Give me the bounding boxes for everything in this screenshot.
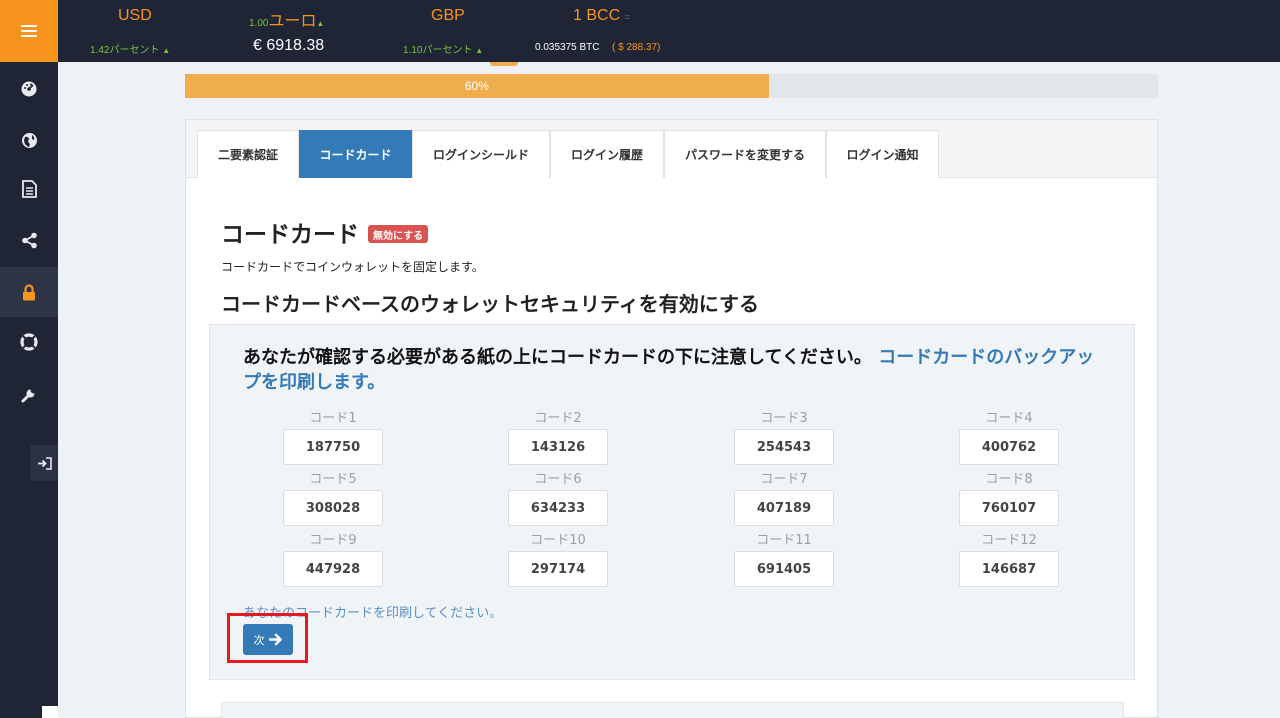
ticker-bcc: 1 BCC = [573, 7, 630, 24]
sidebar-item-settings[interactable] [0, 369, 58, 419]
code-value: 407189 [734, 490, 834, 526]
code-label: コード1 [309, 411, 357, 426]
tab-login-shield[interactable]: ログインシールド [412, 130, 550, 178]
ticker-bcc-btc: 0.035375 BTC [535, 42, 600, 53]
code-label: コード10 [530, 533, 586, 548]
ticker-gbp-change: 1.10パーセント ▲ [403, 45, 484, 56]
code-value: 447928 [283, 551, 383, 587]
tab-login-notification[interactable]: ログイン通知 [826, 130, 939, 178]
ticker-usd-change: 1.42パーセント ▲ [90, 45, 171, 56]
ticker-gbp-name: GBP [431, 7, 465, 24]
next-button-highlight [227, 613, 308, 663]
instruction: あなたが確認する必要がある紙の上にコードカードの下に注意してください。 [243, 347, 872, 368]
sidebar-item-dashboard[interactable] [0, 63, 58, 113]
wrench-icon [21, 389, 34, 402]
menu-toggle-button[interactable] [0, 0, 58, 62]
code-label: コード11 [756, 533, 812, 548]
code-label: コード5 [309, 472, 357, 487]
code-value: 760107 [959, 490, 1059, 526]
security-tabs: 二要素認証 コードカード ログインシールド ログイン履歴 パスワードを変更する … [186, 120, 1157, 178]
ticker-bcc-usd: ( $ 288.37) [612, 42, 661, 53]
code-label: コード9 [309, 533, 357, 548]
ticker-euro-rate: 1.00 [249, 18, 269, 29]
code-value: 187750 [283, 429, 383, 465]
code-value: 400762 [959, 429, 1059, 465]
top-bar: USD 1.42パーセント ▲ 1.00ユーロ▲ € 6918.38 GBP 1… [0, 0, 1280, 62]
code-value: 143126 [508, 429, 608, 465]
sidebar-item-security[interactable] [0, 267, 58, 317]
share-icon [21, 232, 37, 248]
document-icon [21, 180, 37, 198]
progress-notch [490, 62, 518, 66]
sidebar-item-share[interactable] [0, 215, 58, 265]
ticker-euro-name: ユーロ [268, 13, 317, 30]
tab-change-password[interactable]: パスワードを変更する [664, 130, 826, 178]
up-arrow-icon: ▲ [475, 46, 484, 55]
code-label: コード6 [534, 472, 582, 487]
code-label: コード7 [760, 472, 808, 487]
ticker-usd-name: USD [118, 7, 152, 24]
code-value: 308028 [283, 490, 383, 526]
code-value: 634233 [508, 490, 608, 526]
page-title: コードカード [221, 222, 359, 248]
sidebar [0, 62, 58, 718]
hamburger-icon [21, 25, 37, 37]
up-arrow-icon: ▲ [162, 46, 171, 55]
sidebar-item-globe[interactable] [0, 115, 58, 165]
progress-fill: 60% [185, 74, 769, 98]
code-label: コード2 [534, 411, 582, 426]
corner-block [42, 706, 58, 718]
tab-login-history[interactable]: ログイン履歴 [550, 130, 664, 178]
code-value: 691405 [734, 551, 834, 587]
disable-button[interactable]: 無効にする [368, 225, 429, 243]
next-section-box [221, 702, 1124, 718]
instruction-text: あなたが確認する必要がある紙の上にコードカードの下に注意してください。 コードカ… [243, 345, 1103, 395]
code-value: 146687 [959, 551, 1059, 587]
equals-icon: = [624, 12, 630, 22]
code-label: コード12 [981, 533, 1037, 548]
lock-icon [23, 283, 35, 300]
code-label: コード4 [985, 411, 1033, 426]
code-card-box: あなたが確認する必要がある紙の上にコードカードの下に注意してください。 コードカ… [209, 324, 1135, 680]
code-label: コード3 [760, 411, 808, 426]
setup-progress: 60% [185, 74, 1158, 98]
ticker-euro-value: € 6918.38 [253, 37, 325, 54]
code-value: 254543 [734, 429, 834, 465]
code-label: コード8 [985, 472, 1033, 487]
globe-icon [21, 132, 37, 148]
page-description: コードカードでコインウォレットを固定します。 [221, 260, 484, 274]
dashboard-icon [21, 81, 37, 97]
section-subtitle: コードカードベースのウォレットセキュリティを有効にする [221, 292, 759, 316]
tab-code-card[interactable]: コードカード [299, 130, 412, 178]
logout-button[interactable] [30, 445, 58, 481]
up-arrow-icon: ▲ [316, 19, 325, 28]
sign-out-icon [37, 456, 52, 470]
lifebuoy-icon [20, 333, 38, 351]
code-value: 297174 [508, 551, 608, 587]
security-panel: 二要素認証 コードカード ログインシールド ログイン履歴 パスワードを変更する … [185, 119, 1158, 718]
tab-two-factor[interactable]: 二要素認証 [197, 130, 299, 178]
sidebar-item-support[interactable] [0, 317, 58, 367]
ticker-euro: 1.00ユーロ▲ [249, 7, 324, 31]
sidebar-item-documents[interactable] [0, 164, 58, 214]
